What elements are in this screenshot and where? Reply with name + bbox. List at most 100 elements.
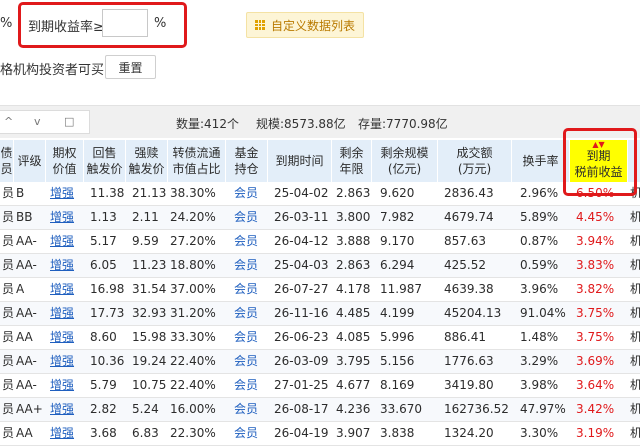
cell-c0: 员 (2, 378, 14, 392)
cell-option[interactable]: 增强 (50, 302, 84, 325)
cell-fund[interactable]: 会员 (234, 350, 268, 373)
cell-fund[interactable]: 会员 (234, 422, 268, 445)
grid-icon (255, 20, 265, 30)
cell-ratio: 33.30% (170, 330, 216, 344)
column-header-2[interactable]: 期权 价值 (46, 140, 84, 182)
cell-option[interactable]: 增强 (50, 374, 84, 397)
table-row[interactable]: 员 B 增强 11.38 21.13 38.30% 会员 25-04-02 2.863 9.620… (0, 182, 640, 206)
cell-redeem: 5.24 (132, 402, 159, 416)
column-header-label: 换手率 (522, 154, 559, 168)
cell-c0: 员 (2, 258, 14, 272)
cell-redeem: 19.24 (132, 354, 167, 368)
chevron-down-icon[interactable]: v (34, 115, 41, 128)
cell-edge: 机 (630, 234, 640, 248)
cell-redeem: 9.59 (132, 234, 159, 248)
cell-putback: 16.98 (90, 282, 125, 296)
column-header-6[interactable]: 基金 持仓 (226, 140, 268, 182)
cell-turnover_amt: 425.52 (444, 258, 486, 272)
cell-fund[interactable]: 会员 (234, 206, 268, 229)
cell-option[interactable]: 增强 (50, 230, 84, 253)
cell-remain: 4.199 (380, 306, 415, 320)
cell-years: 3.888 (336, 234, 371, 248)
table-row[interactable]: 员 BB 增强 1.13 2.11 24.20% 会员 26-03-11 3.800 7.982 4… (0, 206, 640, 230)
column-header-4[interactable]: 强赎 触发价 (126, 140, 168, 182)
column-header-label: 市值占比 (172, 162, 221, 176)
cell-turnover_rate: 47.97% (520, 402, 566, 416)
column-header-label: 年限 (339, 162, 364, 176)
column-header-11[interactable]: 换手率 (512, 140, 570, 182)
column-header-8[interactable]: 剩余 年限 (332, 140, 372, 182)
cell-fund[interactable]: 会员 (234, 326, 268, 349)
cell-option[interactable]: 增强 (50, 398, 84, 421)
column-header-3[interactable]: 回售 触发价 (84, 140, 126, 182)
cell-fund[interactable]: 会员 (234, 182, 268, 205)
column-header-5[interactable]: 转债流通 市值占比 (168, 140, 226, 182)
cell-option[interactable]: 增强 (50, 254, 84, 277)
screen-root: { "filter": { "pct_left": "%", "yield_la… (0, 0, 640, 447)
cell-redeem: 32.93 (132, 306, 167, 320)
column-header-label: 到期时间 (275, 154, 324, 168)
cell-putback: 6.05 (90, 258, 117, 272)
cell-putback: 11.38 (90, 186, 125, 200)
cell-fund[interactable]: 会员 (234, 254, 268, 277)
column-header-label: 期权 (52, 146, 77, 160)
column-header-7[interactable]: 到期时间 (268, 140, 332, 182)
column-header-label: 成交额 (456, 146, 493, 160)
cell-option[interactable]: 增强 (50, 350, 84, 373)
cell-fund[interactable]: 会员 (234, 278, 268, 301)
cell-option[interactable]: 增强 (50, 206, 84, 229)
cell-fund[interactable]: 会员 (234, 398, 268, 421)
cell-turnover_amt: 857.63 (444, 234, 486, 248)
cell-redeem: 10.75 (132, 378, 167, 392)
column-header-1[interactable]: 评级 (14, 140, 46, 182)
table-row[interactable]: 员 AA 增强 3.68 6.83 22.30% 会员 26-04-19 3.907 3.838 1… (0, 422, 640, 446)
cell-rating: B (16, 186, 25, 200)
cell-option[interactable]: 增强 (50, 326, 84, 349)
investor-filter-label: 格机构投资者可买 (0, 63, 105, 78)
column-header-10[interactable]: 成交额 (万元) (438, 140, 512, 182)
cell-ytm: 3.75% (576, 306, 615, 320)
cell-ytm: 3.69% (576, 354, 615, 368)
custom-data-list-button[interactable]: 自定义数据列表 (246, 12, 365, 38)
table-row[interactable]: 员 AA- 增强 6.05 11.23 18.80% 会员 25-04-03 2.863 6.29… (0, 254, 640, 278)
cell-option[interactable]: 增强 (50, 278, 84, 301)
cell-maturity: 25-04-02 (274, 186, 329, 200)
summary-count: 数量:412个 (176, 117, 239, 131)
cell-turnover_amt: 162736.52 (444, 402, 509, 416)
cell-remain: 33.670 (380, 402, 422, 416)
cell-putback: 10.36 (90, 354, 125, 368)
cell-years: 2.863 (336, 186, 371, 200)
cell-years: 4.085 (336, 330, 371, 344)
cell-c0: 员 (2, 234, 14, 248)
column-header-9[interactable]: 剩余规模 (亿元) (372, 140, 438, 182)
cell-putback: 17.73 (90, 306, 125, 320)
table-row[interactable]: 员 AA+ 增强 2.82 5.24 16.00% 会员 26-08-17 4.236 33.67… (0, 398, 640, 422)
cell-years: 3.907 (336, 426, 371, 440)
cell-option[interactable]: 增强 (50, 422, 84, 445)
cell-option[interactable]: 增强 (50, 182, 84, 205)
cell-c0: 员 (2, 282, 14, 296)
table-row[interactable]: 员 AA- 增强 5.79 10.75 22.40% 会员 27-01-25 4.677 8.16… (0, 374, 640, 398)
table-row[interactable]: 员 A 增强 16.98 31.54 37.00% 会员 26-07-27 4.178 11.98… (0, 278, 640, 302)
table-row[interactable]: 员 AA- 增强 17.73 32.93 31.20% 会员 26-11-16 4.485 4.1… (0, 302, 640, 326)
cell-c0: 员 (2, 426, 14, 440)
column-header-0[interactable]: 债员 (0, 140, 14, 182)
reset-button[interactable]: 重置 (105, 55, 156, 79)
table-row[interactable]: 员 AA- 增强 5.17 9.59 27.20% 会员 26-04-12 3.888 9.170… (0, 230, 640, 254)
cell-edge: 机 (630, 426, 640, 440)
table-header: 债员评级 期权 价值 回售 触发价 强赎 触发价 转债流通 市值占比 基金 持仓 到期时间 剩余 年限 剩余… (0, 140, 640, 182)
cell-fund[interactable]: 会员 (234, 302, 268, 325)
cell-fund[interactable]: 会员 (234, 230, 268, 253)
table-row[interactable]: 员 AA 增强 8.60 15.98 33.30% 会员 26-06-23 4.085 5.996… (0, 326, 640, 350)
cell-fund[interactable]: 会员 (234, 374, 268, 397)
cell-ratio: 22.40% (170, 378, 216, 392)
chevron-up-icon[interactable]: ^ (4, 115, 13, 128)
table-row[interactable]: 员 AA- 增强 10.36 19.24 22.40% 会员 26-03-09 3.795 5.1… (0, 350, 640, 374)
cell-ytm: 3.94% (576, 234, 615, 248)
cell-turnover_rate: 0.87% (520, 234, 559, 248)
cell-redeem: 11.23 (132, 258, 167, 272)
cell-putback: 5.17 (90, 234, 117, 248)
cell-edge: 机 (630, 258, 640, 272)
expand-icon[interactable]: □ (64, 115, 74, 128)
cell-c0: 员 (2, 306, 14, 320)
